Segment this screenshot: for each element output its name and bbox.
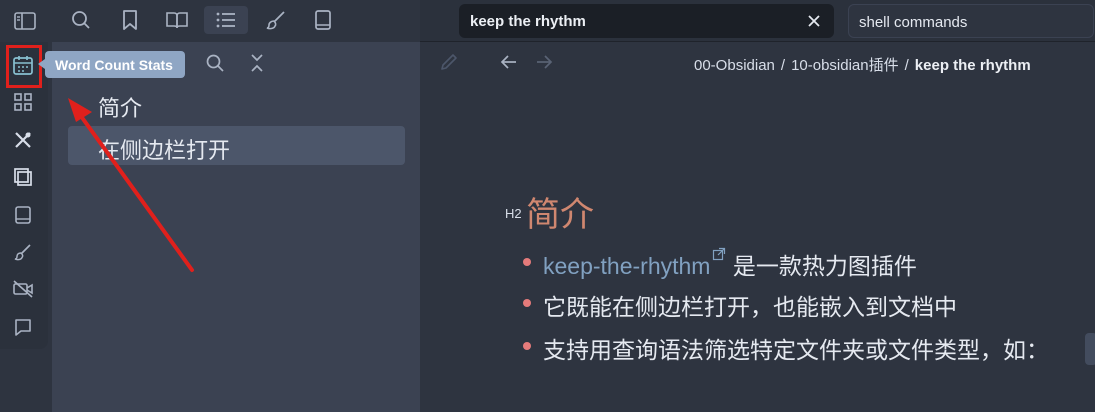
app-window: keep the rhythm shell commands 简介 在侧边栏打开 xyxy=(0,0,1095,412)
breadcrumb-current: keep the rhythm xyxy=(914,57,1031,74)
bullet-marker xyxy=(523,258,531,266)
camera-off-icon[interactable] xyxy=(9,275,37,303)
dashboard-icon[interactable] xyxy=(9,88,37,116)
breadcrumb-item[interactable]: 10-obsidian插件 xyxy=(791,57,899,74)
search-icon[interactable] xyxy=(63,6,99,34)
book-icon[interactable] xyxy=(9,201,37,229)
forward-arrow-icon[interactable] xyxy=(531,49,557,75)
heading-level-tag: H2 xyxy=(505,206,522,221)
breadcrumb: 00-Obsidian / 10-obsidian插件 / keep the rhyth… xyxy=(694,54,1031,75)
list-icon[interactable] xyxy=(204,6,248,34)
brush-icon[interactable] xyxy=(9,238,37,266)
list-item: 它既能在侧边栏打开，也能嵌入到文档中 xyxy=(543,294,957,320)
edit-icon[interactable] xyxy=(436,49,462,75)
breadcrumb-separator: / xyxy=(780,57,786,74)
annotation-highlight-box xyxy=(6,45,42,88)
tooltip-arrow xyxy=(38,59,45,69)
bullet-marker xyxy=(523,342,531,350)
external-link[interactable]: keep-the-rhythm xyxy=(543,253,710,279)
tab-keep-the-rhythm[interactable]: keep the rhythm xyxy=(459,4,834,38)
outline-item[interactable]: 在侧边栏打开 xyxy=(98,133,230,165)
top-left-toolbar xyxy=(0,0,420,42)
list-item: keep-the-rhythm 是一款热力图插件 xyxy=(543,247,917,281)
layers-icon[interactable] xyxy=(9,163,37,191)
top-bar: keep the rhythm shell commands xyxy=(0,0,1095,42)
bookmark-icon[interactable] xyxy=(112,6,148,34)
left-ribbon xyxy=(0,42,48,349)
brush-icon[interactable] xyxy=(258,6,294,34)
tab-title: shell commands xyxy=(859,14,968,31)
tools-icon[interactable] xyxy=(9,126,37,154)
close-icon[interactable] xyxy=(804,11,824,31)
tooltip: Word Count Stats xyxy=(45,51,185,78)
tooltip-text: Word Count Stats xyxy=(55,57,173,73)
breadcrumb-item[interactable]: 00-Obsidian xyxy=(694,57,775,74)
comment-icon[interactable] xyxy=(9,313,37,341)
back-arrow-icon[interactable] xyxy=(496,49,522,75)
book-open-icon[interactable] xyxy=(159,6,195,34)
search-icon[interactable] xyxy=(202,50,228,76)
collapse-all-icon[interactable] xyxy=(244,50,270,76)
sidebar-toggle-icon[interactable] xyxy=(10,7,40,35)
book-icon[interactable] xyxy=(305,6,341,34)
document-heading: 简介 xyxy=(526,196,594,234)
list-item-text: 是一款热力图插件 xyxy=(726,253,917,279)
tab-shell-commands[interactable]: shell commands xyxy=(848,4,1094,38)
external-link-icon xyxy=(713,247,726,261)
list-item: 支持用查询语法筛选特定文件夹或文件类型，如： xyxy=(543,337,1049,363)
breadcrumb-separator: / xyxy=(904,57,909,74)
outline-item[interactable]: 简介 xyxy=(98,91,142,123)
inline-code-chip xyxy=(1085,333,1095,365)
tab-title: keep the rhythm xyxy=(470,13,586,30)
bullet-marker xyxy=(523,299,531,307)
